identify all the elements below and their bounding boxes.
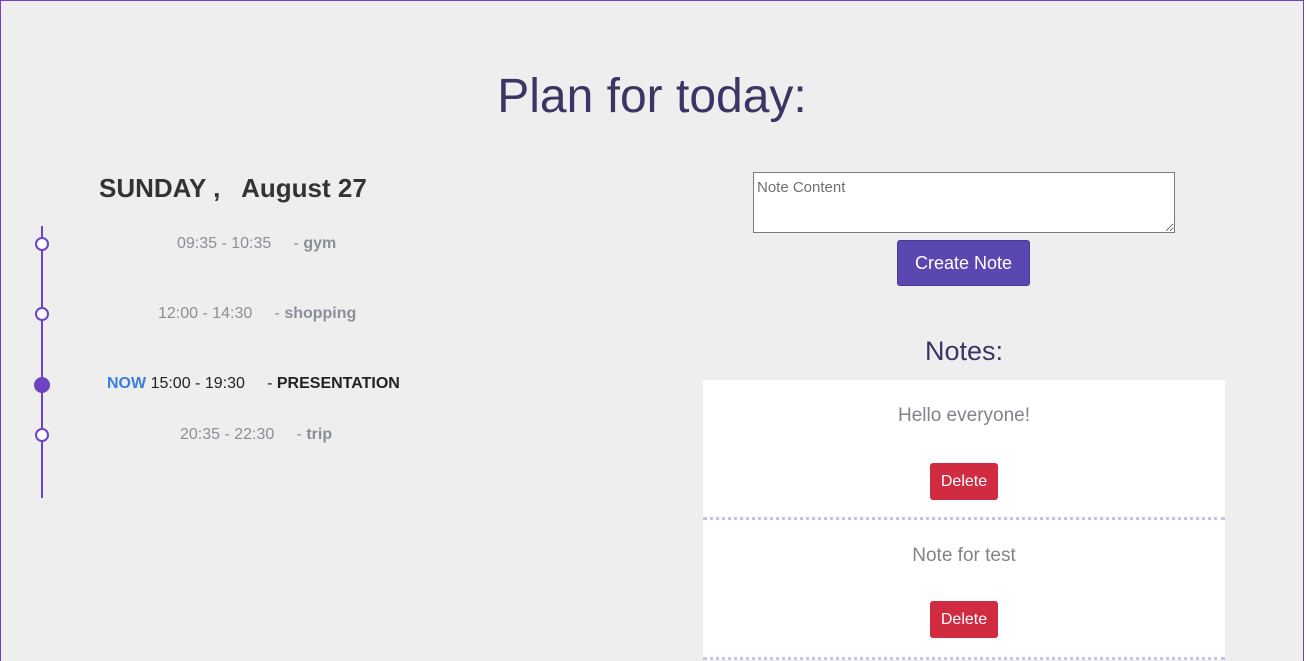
event-separator: - (293, 235, 299, 252)
event-title: shopping (284, 305, 357, 322)
timeline-line (41, 226, 43, 498)
timeline-dot-current (34, 377, 50, 393)
event-separator: - (274, 305, 280, 322)
event-time: 09:35 - 10:35 (177, 235, 272, 252)
day-date: August 27 (241, 173, 367, 203)
note-card: Hello everyone! Delete (703, 380, 1225, 520)
delete-note-button[interactable]: Delete (930, 463, 998, 500)
day-heading: SUNDAY , August 27 (99, 173, 367, 204)
event-separator: - (296, 426, 302, 443)
schedule-event-current: NOW 15:00 - 19:30 - PRESENTATION (107, 375, 400, 393)
event-title: gym (303, 235, 337, 252)
create-note-button[interactable]: Create Note (897, 240, 1030, 286)
note-text: Hello everyone! (897, 405, 1031, 426)
timeline-dot (35, 237, 49, 251)
notes-heading: Notes: (924, 336, 1004, 366)
event-separator: - (267, 375, 273, 392)
event-title: trip (306, 426, 333, 443)
timeline-dot (35, 307, 49, 321)
app-frame: Plan for today: SUNDAY , August 27 09:35… (0, 0, 1304, 661)
timeline-dot (35, 428, 49, 442)
note-text: Note for test (912, 545, 1016, 566)
schedule-event: 09:35 - 10:35 - gym (177, 235, 336, 253)
schedule-event: 12:00 - 14:30 - shopping (158, 305, 356, 323)
event-title: PRESENTATION (276, 375, 400, 392)
now-badge: NOW (107, 375, 147, 392)
event-time: 15:00 - 19:30 (150, 375, 245, 392)
schedule-event: 20:35 - 22:30 - trip (180, 426, 332, 444)
event-time: 12:00 - 14:30 (158, 305, 253, 322)
notes-list: Hello everyone! Delete Note for test Del… (703, 380, 1225, 660)
page-title: Plan for today: (497, 70, 807, 123)
event-time: 20:35 - 22:30 (180, 426, 275, 443)
note-content-input[interactable] (753, 172, 1175, 233)
day-name: SUNDAY , (99, 173, 221, 203)
note-card: Note for test Delete (703, 520, 1225, 660)
delete-note-button[interactable]: Delete (930, 601, 998, 638)
